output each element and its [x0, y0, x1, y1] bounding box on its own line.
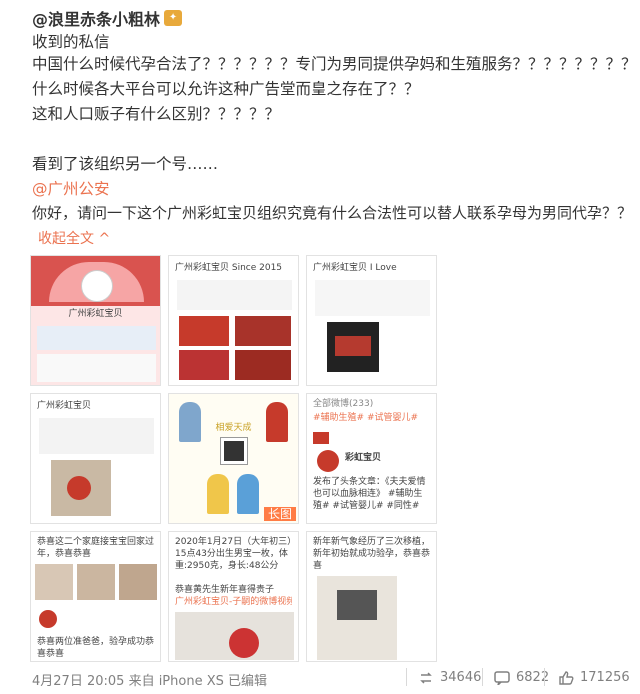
image-tile-3[interactable]: 广州彩虹宝贝 I Love	[306, 255, 437, 386]
image-tile-9[interactable]: 新年新气象经历了三次移植，新年初始就成功验孕，恭喜恭喜	[306, 531, 437, 662]
like-count: 171256	[580, 670, 630, 685]
post-author[interactable]: @浪里赤条小粗林 ✦	[32, 6, 183, 30]
post-line-3: 什么时候各大平台可以允许这种广告堂而皇之存在了？？	[32, 80, 420, 98]
repost-count: 34646	[440, 670, 482, 685]
edited-label[interactable]: 已编辑	[228, 674, 267, 689]
mention-guangzhou-police[interactable]: @广州公安	[32, 177, 110, 201]
timestamp[interactable]: 4月27日 20:05	[32, 674, 124, 689]
image-tile-1[interactable]: 广州彩虹宝贝	[30, 255, 161, 386]
comment-icon	[494, 670, 510, 686]
thumbs-up-icon	[558, 670, 574, 685]
author-name[interactable]: @浪里赤条小粗林	[32, 6, 160, 30]
post-line-1: 收到的私信	[32, 33, 110, 51]
comment-button[interactable]: 6822	[494, 670, 549, 686]
image-tile-8[interactable]: 2020年1月27日（大年初三）15点43分出生男宝一枚，体重:2950克，身长…	[168, 531, 299, 662]
repost-icon	[418, 671, 434, 685]
long-image-tag: 长图	[263, 507, 296, 521]
image-tile-7[interactable]: 恭喜这二个家庭接宝宝回家过年，恭喜恭喜 恭喜两位准爸爸，验孕成功恭喜恭喜	[30, 531, 161, 662]
image-tile-5-long[interactable]: 相爱天成 长图	[168, 393, 299, 524]
post-line-2: 中国什么时候代孕合法了？？？？？？专门为男同提供孕妈和生殖服务？？？？？？？？	[32, 55, 637, 73]
like-button[interactable]: 171256	[558, 670, 630, 685]
post-line-5: 看到了该组织另一个号……	[32, 155, 219, 173]
post-line-7: 你好，请问一下这个广州彩虹宝贝组织究竟有什么合法性可以替人联系孕母为男同代孕？？	[32, 204, 633, 222]
image-tile-6[interactable]: 全部微博(233) #辅助生殖# #试管婴儿# 彩虹宝贝 发布了头条文章：《夫夫…	[306, 393, 437, 524]
image-grid: 广州彩虹宝贝 广州彩虹宝贝 Since 2015 广州彩虹宝贝 I Love 广…	[30, 255, 438, 662]
verified-badge-icon: ✦	[164, 10, 183, 26]
repost-button[interactable]: 34646	[418, 670, 481, 685]
post-line-4: 这和人口贩子有什么区别？？？？？	[32, 105, 281, 123]
post-meta: 4月27日 20:05 来自 iPhone XS 已编辑	[32, 670, 267, 689]
source: 来自 iPhone XS	[128, 674, 224, 689]
image-tile-4[interactable]: 广州彩虹宝贝	[30, 393, 161, 524]
image-tile-2[interactable]: 广州彩虹宝贝 Since 2015	[168, 255, 299, 386]
collapse-text-button[interactable]: 收起全文 ^	[38, 228, 110, 248]
